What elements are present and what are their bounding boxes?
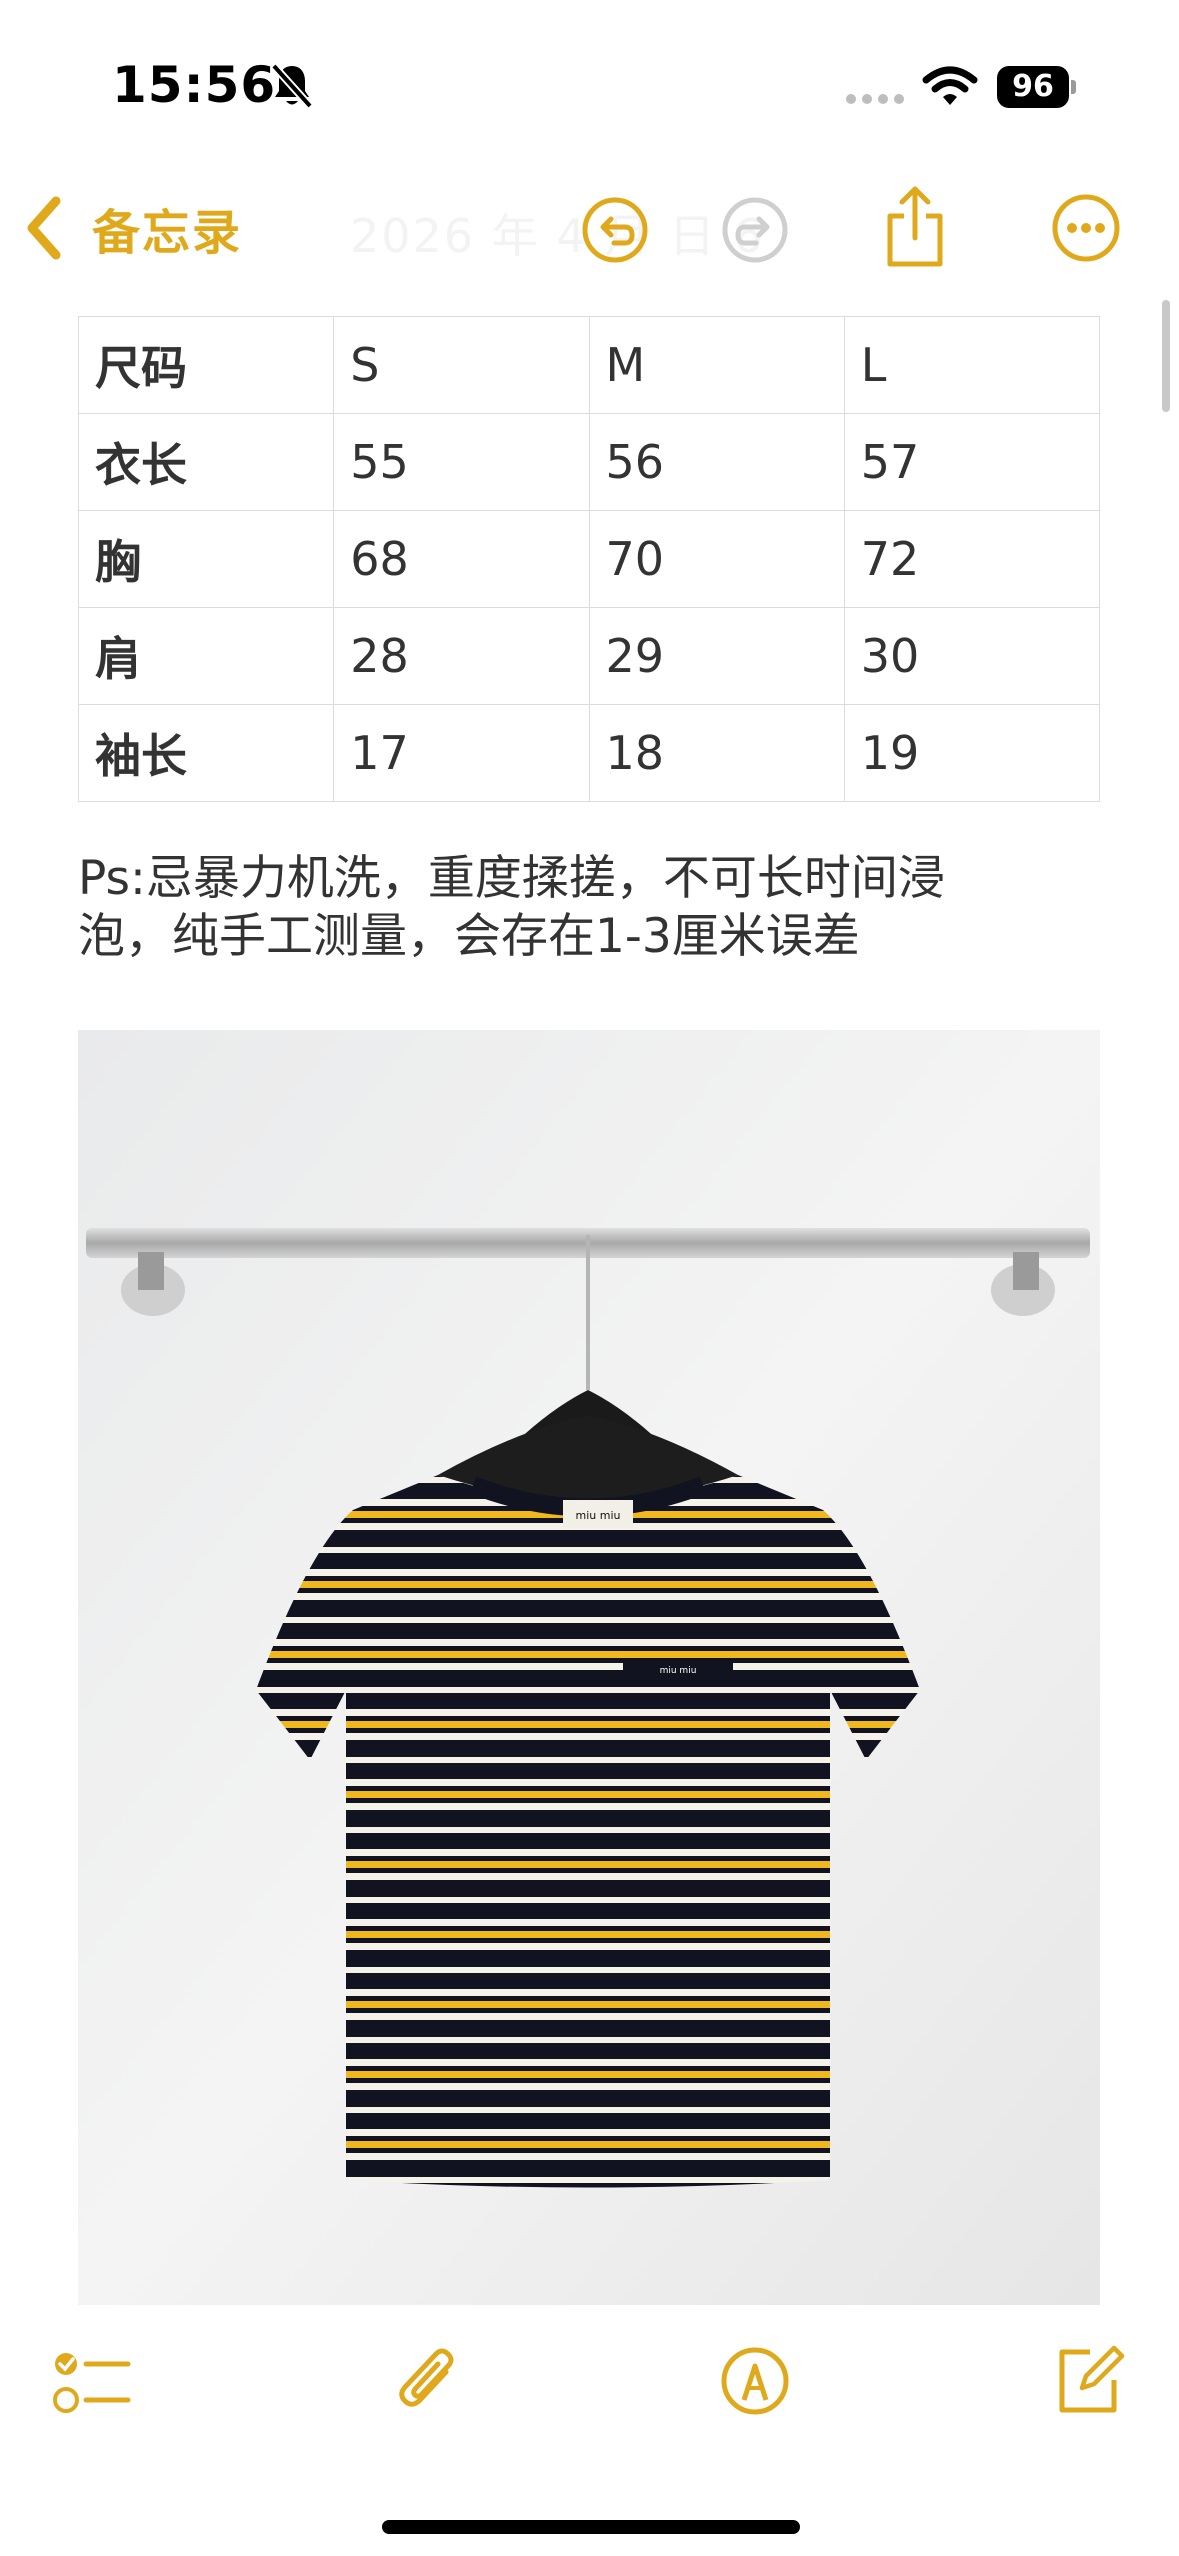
checklist-icon[interactable] bbox=[52, 2348, 132, 2418]
table-cell[interactable]: 胸 bbox=[77, 510, 335, 608]
brand-label: miu miu bbox=[576, 1509, 621, 1522]
table-cell[interactable]: 30 bbox=[843, 607, 1101, 705]
note-line: Ps:忌暴力机洗，重度揉搓，不可长时间浸 bbox=[78, 851, 945, 906]
table-row: 胸 68 70 72 bbox=[77, 510, 1101, 608]
note-date-faint: 2026 年 4 月 日 6 bbox=[350, 209, 765, 263]
table-row: 袖长 17 18 19 bbox=[77, 704, 1101, 802]
table-cell[interactable]: 18 bbox=[588, 704, 845, 802]
chest-patch-text: miu miu bbox=[660, 1666, 697, 1676]
table-cell[interactable]: 56 bbox=[588, 413, 845, 511]
wifi-icon bbox=[922, 66, 978, 105]
more-icon[interactable] bbox=[1050, 192, 1122, 264]
nav-bar: 2026 年 4 月 日 6 备忘录 bbox=[0, 170, 1179, 290]
bell-slash-icon bbox=[271, 63, 313, 109]
table-cell[interactable]: 19 bbox=[843, 704, 1101, 802]
table-cell[interactable]: 70 bbox=[588, 510, 845, 608]
table-cell[interactable]: M bbox=[588, 316, 845, 414]
back-label: 备忘录 bbox=[92, 205, 243, 261]
table-header-row: 尺码 S M L bbox=[77, 316, 1101, 414]
table-cell[interactable]: 68 bbox=[333, 510, 590, 608]
note-line: 泡，纯手工测量，会存在1-3厘米误差 bbox=[78, 909, 860, 964]
table-cell[interactable]: 28 bbox=[333, 607, 590, 705]
table-cell[interactable]: 尺码 bbox=[77, 316, 335, 414]
status-time: 15:56 bbox=[112, 56, 277, 114]
share-icon[interactable] bbox=[880, 184, 950, 270]
table-cell[interactable]: 29 bbox=[588, 607, 845, 705]
status-bar: 15:56 96 bbox=[0, 0, 1179, 150]
compose-icon[interactable] bbox=[1052, 2340, 1126, 2418]
striped-tshirt-photo: miu miu miu miu bbox=[78, 1030, 1100, 2305]
table-cell[interactable]: S bbox=[333, 316, 590, 414]
home-indicator[interactable] bbox=[382, 2520, 800, 2534]
back-chevron-icon bbox=[27, 196, 61, 260]
table-row: 肩 28 29 30 bbox=[77, 607, 1101, 705]
table-cell[interactable]: 55 bbox=[333, 413, 590, 511]
table-cell[interactable]: L bbox=[843, 316, 1101, 414]
size-table: 尺码 S M L 衣长 55 56 57 胸 68 70 72 肩 28 29 … bbox=[77, 316, 1101, 802]
table-cell[interactable]: 肩 bbox=[77, 607, 335, 705]
cellular-dots-icon bbox=[846, 94, 904, 104]
table-cell[interactable]: 72 bbox=[843, 510, 1101, 608]
bottom-toolbar bbox=[0, 2340, 1179, 2470]
table-cell[interactable]: 袖长 bbox=[77, 704, 335, 802]
battery-level: 96 bbox=[997, 66, 1069, 108]
table-cell[interactable]: 17 bbox=[333, 704, 590, 802]
back-button[interactable]: 备忘录 bbox=[22, 188, 242, 268]
scrollbar[interactable] bbox=[1162, 300, 1170, 412]
note-body-text[interactable]: Ps:忌暴力机洗，重度揉搓，不可长时间浸 泡，纯手工测量，会存在1-3厘米误差 bbox=[78, 850, 1108, 966]
battery-icon: 96 bbox=[997, 66, 1077, 108]
redo-icon[interactable] bbox=[720, 195, 790, 265]
table-row: 衣长 55 56 57 bbox=[77, 413, 1101, 511]
table-cell[interactable]: 衣长 bbox=[77, 413, 335, 511]
attachment-icon[interactable] bbox=[392, 2342, 464, 2422]
attached-photo[interactable]: miu miu miu miu bbox=[78, 1030, 1100, 2305]
table-cell[interactable]: 57 bbox=[843, 413, 1101, 511]
undo-icon[interactable] bbox=[580, 195, 650, 265]
markup-icon[interactable] bbox=[718, 2344, 792, 2418]
battery-tip bbox=[1071, 80, 1076, 94]
